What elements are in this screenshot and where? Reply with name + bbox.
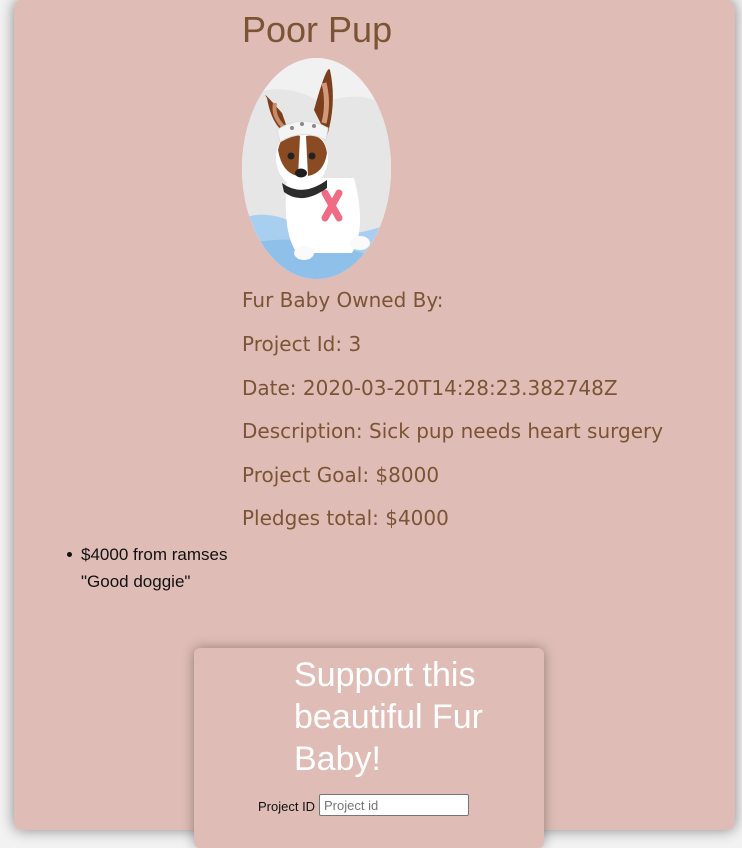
- pledge-amount: $4000 from ramses: [81, 545, 228, 564]
- puppy-image: [242, 58, 391, 279]
- pledge-item: $4000 from ramses "Good doggie": [67, 541, 227, 595]
- project-title: Poor Pup: [242, 9, 393, 50]
- date-line: Date: 2020-03-20T14:28:23.382748Z: [242, 376, 618, 400]
- project-id-line: Project Id: 3: [242, 332, 362, 356]
- support-form-card: Support this beautiful Fur Baby! Project…: [194, 648, 544, 848]
- pledges-total-line: Pledges total: $4000: [242, 506, 449, 530]
- project-image: [242, 58, 391, 279]
- support-heading: Support this beautiful Fur Baby!: [294, 656, 483, 778]
- owner-line: Fur Baby Owned By:: [242, 288, 444, 312]
- pledge-comment: "Good doggie": [81, 572, 191, 591]
- pledge-list: $4000 from ramses "Good doggie": [67, 541, 227, 595]
- goal-line: Project Goal: $8000: [242, 463, 440, 487]
- description-line: Description: Sick pup needs heart surger…: [242, 419, 664, 443]
- project-id-label: Project ID: [258, 799, 316, 814]
